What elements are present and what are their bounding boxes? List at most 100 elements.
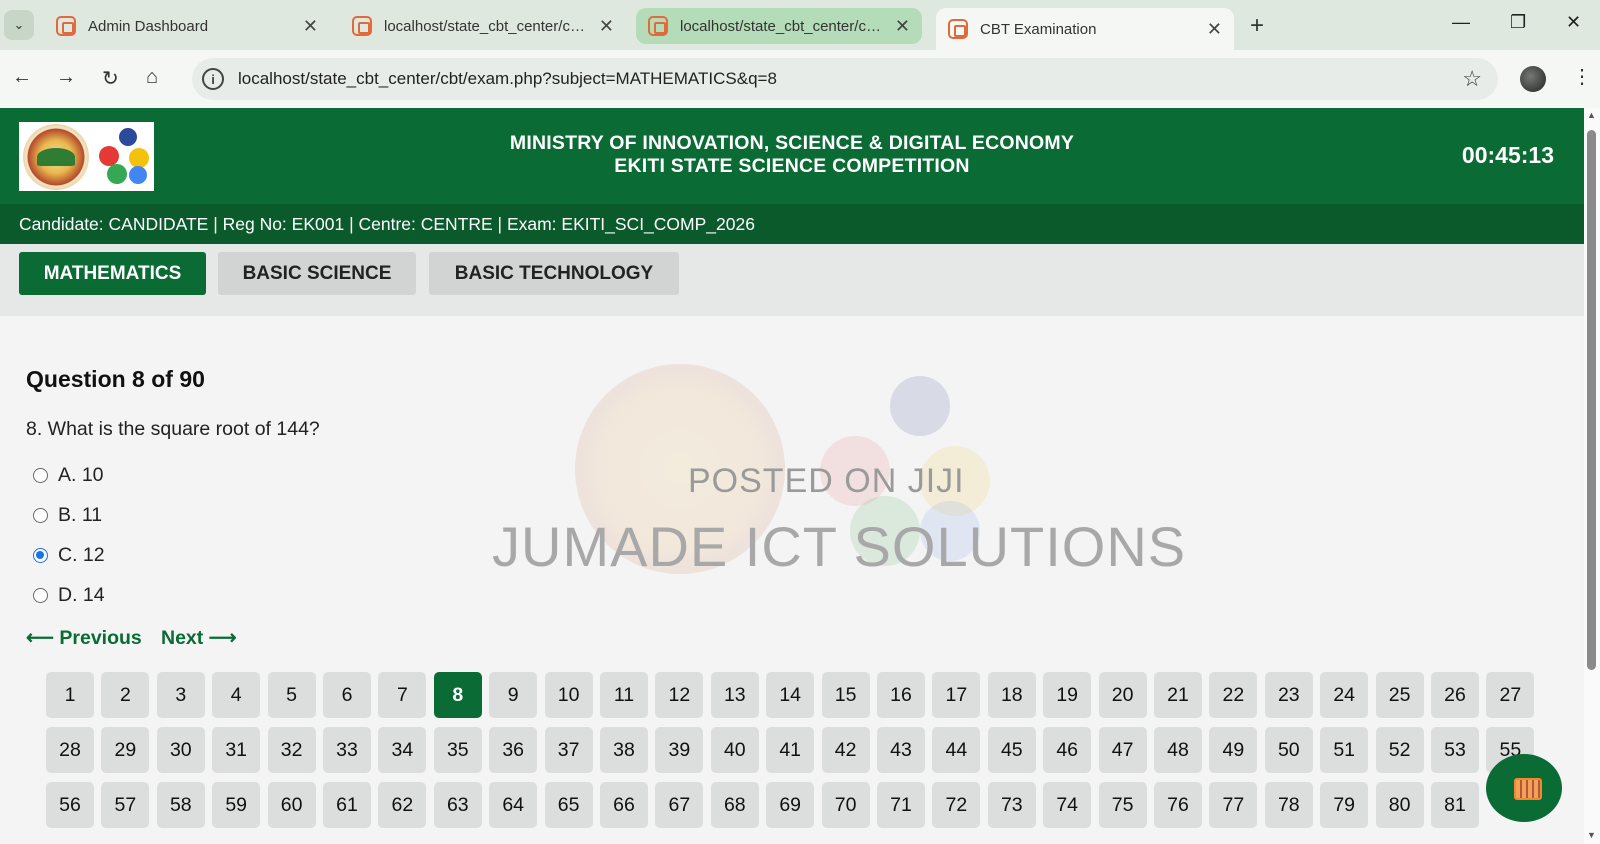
question-number-button-59[interactable]: 59 <box>212 782 261 828</box>
bookmark-star-icon[interactable]: ☆ <box>1462 66 1482 92</box>
question-number-button-16[interactable]: 16 <box>877 672 925 718</box>
question-number-button-63[interactable]: 63 <box>433 782 482 828</box>
question-number-button-6[interactable]: 6 <box>323 672 371 718</box>
question-number-button-48[interactable]: 48 <box>1154 727 1202 773</box>
subject-tab-mathematics[interactable]: MATHEMATICS <box>19 252 206 295</box>
question-number-button-57[interactable]: 57 <box>101 782 150 828</box>
scrollbar[interactable]: ▲ ▼ <box>1584 108 1600 844</box>
address-bar[interactable]: i localhost/state_cbt_center/cbt/exam.ph… <box>192 58 1498 100</box>
tab-localhost-2[interactable]: localhost/state_cbt_center/cbt/s ✕ <box>636 8 922 44</box>
question-number-button-74[interactable]: 74 <box>1043 782 1092 828</box>
question-number-button-9[interactable]: 9 <box>489 672 538 718</box>
question-number-button-42[interactable]: 42 <box>821 727 870 773</box>
question-number-button-43[interactable]: 43 <box>877 727 925 773</box>
minimize-button[interactable]: — <box>1452 12 1470 33</box>
question-number-button-77[interactable]: 77 <box>1209 782 1258 828</box>
question-number-button-47[interactable]: 47 <box>1098 727 1147 773</box>
question-number-button-45[interactable]: 45 <box>987 727 1036 773</box>
option-d[interactable]: D. 14 <box>33 584 105 607</box>
question-number-button-73[interactable]: 73 <box>987 782 1036 828</box>
close-window-button[interactable]: ✕ <box>1566 12 1581 33</box>
question-number-button-17[interactable]: 17 <box>932 672 981 718</box>
question-number-button-30[interactable]: 30 <box>156 727 205 773</box>
next-button[interactable]: Next ⟶ <box>161 626 237 650</box>
question-number-button-62[interactable]: 62 <box>378 782 427 828</box>
tab-admin-dashboard[interactable]: Admin Dashboard ✕ <box>44 8 330 44</box>
question-number-button-37[interactable]: 37 <box>544 727 593 773</box>
question-number-button-68[interactable]: 68 <box>710 782 759 828</box>
question-number-button-46[interactable]: 46 <box>1043 727 1092 773</box>
option-c[interactable]: C. 12 <box>33 544 105 567</box>
question-number-button-61[interactable]: 61 <box>323 782 371 828</box>
question-number-button-8[interactable]: 8 <box>433 672 482 718</box>
question-number-button-10[interactable]: 10 <box>544 672 593 718</box>
back-icon[interactable]: ← <box>12 66 32 89</box>
scrollbar-thumb[interactable] <box>1587 130 1596 670</box>
close-icon[interactable]: ✕ <box>599 16 614 37</box>
question-number-button-21[interactable]: 21 <box>1154 672 1202 718</box>
radio-option-a[interactable] <box>33 468 48 483</box>
profile-avatar[interactable] <box>1520 66 1546 92</box>
question-number-button-53[interactable]: 53 <box>1431 727 1479 773</box>
tab-localhost-1[interactable]: localhost/state_cbt_center/cbt/s ✕ <box>340 8 626 44</box>
restore-button[interactable]: ❐ <box>1510 12 1526 33</box>
question-number-button-35[interactable]: 35 <box>433 727 482 773</box>
question-number-button-22[interactable]: 22 <box>1209 672 1258 718</box>
question-number-button-49[interactable]: 49 <box>1209 727 1258 773</box>
question-number-button-70[interactable]: 70 <box>821 782 870 828</box>
question-number-button-36[interactable]: 36 <box>489 727 538 773</box>
question-number-button-11[interactable]: 11 <box>600 672 648 718</box>
question-number-button-24[interactable]: 24 <box>1320 672 1369 718</box>
question-number-button-29[interactable]: 29 <box>101 727 150 773</box>
home-icon[interactable]: ⌂ <box>146 66 158 89</box>
question-number-button-5[interactable]: 5 <box>267 672 316 718</box>
question-number-button-39[interactable]: 39 <box>655 727 704 773</box>
close-icon[interactable]: ✕ <box>303 16 318 37</box>
calculator-button[interactable] <box>1486 754 1562 822</box>
question-number-button-19[interactable]: 19 <box>1043 672 1092 718</box>
question-number-button-50[interactable]: 50 <box>1264 727 1313 773</box>
question-number-button-38[interactable]: 38 <box>600 727 648 773</box>
question-number-button-60[interactable]: 60 <box>267 782 316 828</box>
forward-icon[interactable]: → <box>56 66 76 89</box>
question-number-button-40[interactable]: 40 <box>710 727 759 773</box>
question-number-button-67[interactable]: 67 <box>655 782 704 828</box>
question-number-button-75[interactable]: 75 <box>1098 782 1147 828</box>
question-number-button-4[interactable]: 4 <box>212 672 261 718</box>
subject-tab-basic-science[interactable]: BASIC SCIENCE <box>218 252 416 295</box>
question-number-button-31[interactable]: 31 <box>212 727 261 773</box>
option-a[interactable]: A. 10 <box>33 464 104 487</box>
question-number-button-14[interactable]: 14 <box>766 672 815 718</box>
question-number-button-28[interactable]: 28 <box>46 727 94 773</box>
question-number-button-44[interactable]: 44 <box>932 727 981 773</box>
question-number-button-79[interactable]: 79 <box>1320 782 1369 828</box>
scroll-up-icon[interactable]: ▲ <box>1587 110 1596 120</box>
question-number-button-32[interactable]: 32 <box>267 727 316 773</box>
question-number-button-20[interactable]: 20 <box>1098 672 1147 718</box>
question-number-button-33[interactable]: 33 <box>323 727 371 773</box>
question-number-button-66[interactable]: 66 <box>600 782 648 828</box>
question-number-button-69[interactable]: 69 <box>766 782 815 828</box>
question-number-button-18[interactable]: 18 <box>987 672 1036 718</box>
question-number-button-71[interactable]: 71 <box>877 782 925 828</box>
radio-option-b[interactable] <box>33 508 48 523</box>
close-icon[interactable]: ✕ <box>895 16 910 37</box>
question-number-button-41[interactable]: 41 <box>766 727 815 773</box>
question-number-button-3[interactable]: 3 <box>156 672 205 718</box>
question-number-button-23[interactable]: 23 <box>1264 672 1313 718</box>
question-number-button-27[interactable]: 27 <box>1486 672 1535 718</box>
question-number-button-1[interactable]: 1 <box>46 672 94 718</box>
reload-icon[interactable]: ↻ <box>102 66 119 91</box>
question-number-button-13[interactable]: 13 <box>710 672 759 718</box>
radio-option-d[interactable] <box>33 588 48 603</box>
radio-option-c[interactable] <box>33 548 48 563</box>
previous-button[interactable]: ⟵ Previous <box>26 626 142 650</box>
scroll-down-icon[interactable]: ▼ <box>1587 830 1596 840</box>
site-info-icon[interactable]: i <box>202 68 224 90</box>
question-number-button-51[interactable]: 51 <box>1320 727 1369 773</box>
option-b[interactable]: B. 11 <box>33 504 102 527</box>
question-number-button-80[interactable]: 80 <box>1375 782 1424 828</box>
question-number-button-56[interactable]: 56 <box>46 782 94 828</box>
question-number-button-26[interactable]: 26 <box>1431 672 1479 718</box>
question-number-button-34[interactable]: 34 <box>378 727 427 773</box>
